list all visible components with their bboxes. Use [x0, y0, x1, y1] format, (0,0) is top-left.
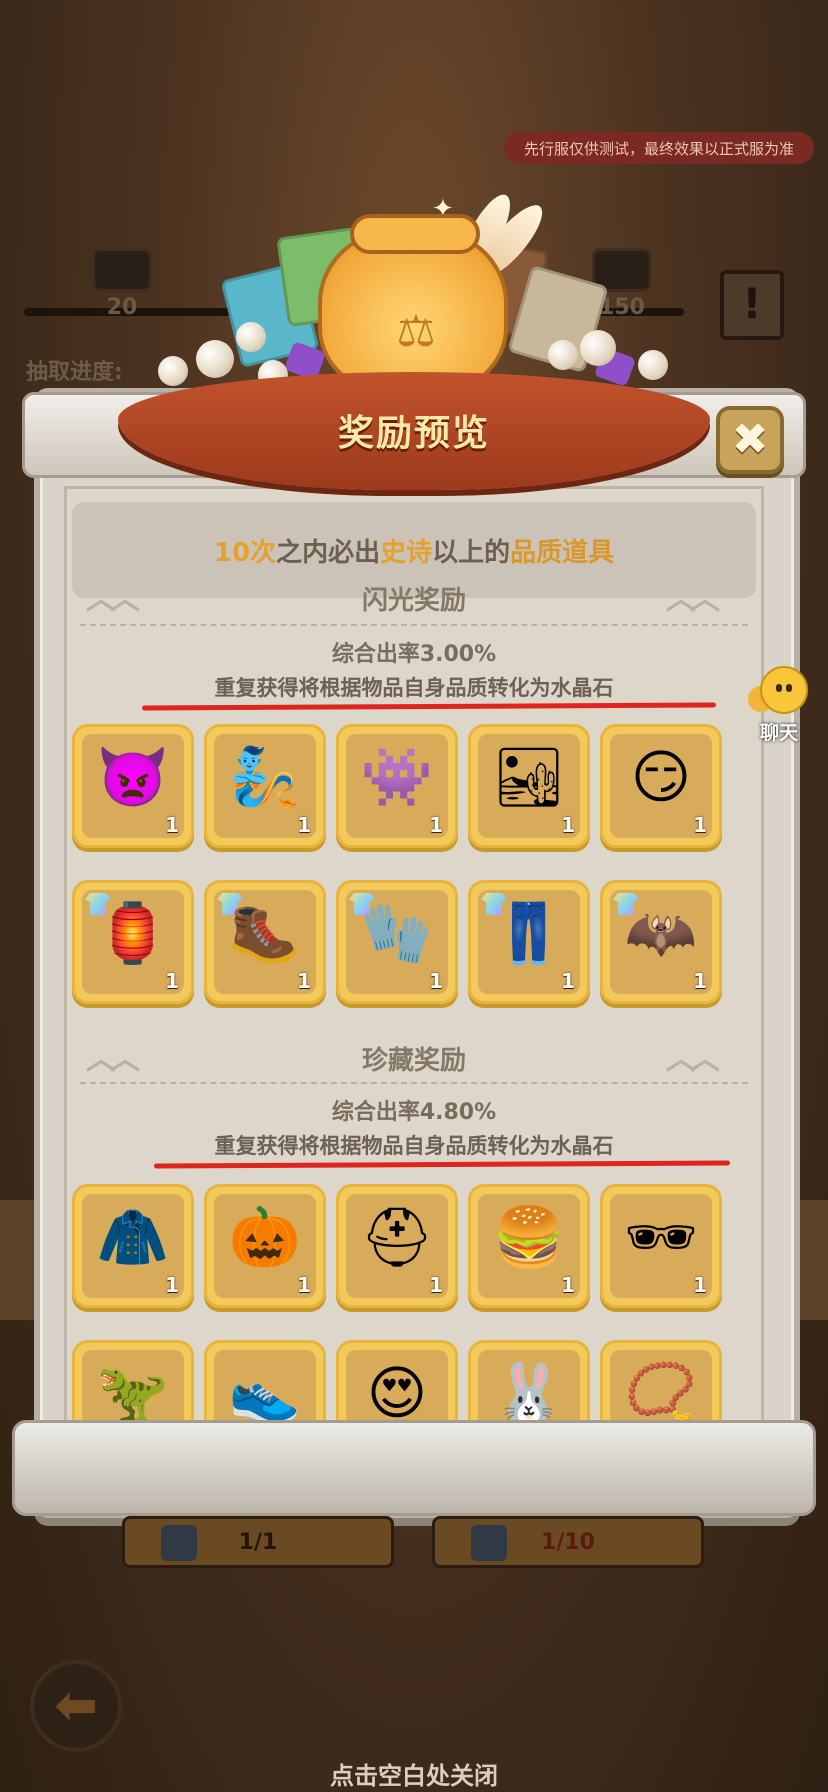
guarantee-rarity: 史诗 [380, 537, 433, 568]
face-expression-icon: 😏 [630, 743, 692, 811]
item-quantity: 1 [297, 969, 311, 993]
item-quantity: 1 [561, 969, 575, 993]
milestone-label: 20 [106, 295, 138, 320]
yellow-jacket-icon: 🧥 [96, 1203, 170, 1271]
left-counter: 1/1 [122, 1516, 394, 1568]
pumpkin-cat-staff-icon: 🎃 [228, 1203, 302, 1271]
modal-title: 奖励预览 [337, 413, 490, 454]
pearl-icon [158, 356, 188, 386]
left-counter-value: 1/1 [238, 1529, 278, 1555]
reward-item-orange-pants-outfit[interactable]: 👖 1 [468, 880, 590, 1004]
reward-item-pumpkin-cat-staff[interactable]: 🎃 1 [204, 1184, 326, 1308]
item-quantity: 1 [693, 1273, 707, 1297]
reward-item-burger-food[interactable]: 🍔 1 [468, 1184, 590, 1308]
blue-genie-pet-icon: 🧞 [228, 743, 302, 811]
reward-item-lantern-accessory[interactable]: 🏮 1 [72, 880, 194, 1004]
lantern-accessory-icon: 🏮 [96, 899, 170, 967]
item-quantity: 1 [297, 1273, 311, 1297]
orange-pants-outfit-icon: 👖 [492, 899, 566, 967]
beta-notice: 先行服仅供测试，最终效果以正式服为准 [504, 132, 814, 164]
tap-to-close-hint[interactable]: 点击空白处关闭 [0, 1756, 828, 1791]
reward-item-face-expression[interactable]: 😏 1 [600, 724, 722, 848]
ticket-icon [471, 1525, 507, 1561]
bunny-robot-pet-icon: 🐰 [492, 1359, 566, 1427]
reward-item-dark-wings-outfit[interactable]: 🦇 1 [600, 880, 722, 1004]
item-quantity: 1 [165, 1273, 179, 1297]
reward-item-blue-genie-pet[interactable]: 🧞 1 [204, 724, 326, 848]
section-title-shine: 闪光奖励 [361, 586, 466, 616]
close-icon: ✖ [731, 414, 769, 465]
section-rate-shine: 综合出率3.00% [331, 642, 497, 667]
guarantee-count: 10次 [213, 537, 277, 568]
bag-tie [350, 214, 480, 254]
milestone-label: 150 [599, 295, 645, 320]
smiley-icon [760, 666, 808, 714]
dino-pet-icon: 🦖 [96, 1359, 170, 1427]
burger-food-icon: 🍔 [492, 1203, 566, 1271]
section-rate-treasure: 综合出率4.80% [331, 1100, 497, 1125]
item-quantity: 1 [165, 813, 179, 837]
pearl-icon [580, 330, 616, 366]
milestone-chest-20: 20 [72, 240, 172, 320]
right-counter-value: 1/10 [541, 1529, 595, 1555]
back-arrow-icon: ⬅ [54, 1676, 98, 1736]
info-icon[interactable]: ! [720, 270, 784, 340]
dark-wings-outfit-icon: 🦇 [624, 899, 698, 967]
golden-necklace-icon: 📿 [624, 1359, 698, 1427]
section-title-treasure: 珍藏奖励 [361, 1046, 466, 1076]
item-quantity: 1 [429, 1273, 443, 1297]
section-divider [80, 624, 748, 626]
back-button[interactable]: ⬅ [30, 1660, 122, 1752]
duplicate-rule-note: 重复获得将根据物品自身品质转化为水晶石 [214, 676, 614, 700]
progress-label: 抽取进度: [26, 360, 123, 385]
panel-bottom-frame [12, 1420, 816, 1516]
pearl-icon [196, 340, 234, 378]
guarantee-quality: 品质道具 [510, 537, 615, 568]
chat-label[interactable]: 聊天 [760, 718, 798, 745]
black-spirit-pet-icon: 👿 [96, 743, 170, 811]
duplicate-rule-note: 重复获得将根据物品自身品质转化为水晶石 [214, 1134, 614, 1158]
item-quantity: 1 [429, 813, 443, 837]
desert-scene-backdrop-icon: 🏜 [492, 743, 566, 811]
red-sneakers-icon: 👟 [228, 1359, 302, 1427]
item-quantity: 1 [693, 969, 707, 993]
pearl-icon [548, 340, 578, 370]
item-quantity: 1 [297, 813, 311, 837]
item-quantity: 1 [429, 969, 443, 993]
guarantee-text: 之内必出 [276, 537, 381, 568]
reward-item-black-boots[interactable]: 🥾 1 [204, 880, 326, 1004]
horned-helmet-icon: ⛑ [360, 1203, 434, 1271]
reward-item-yellow-jacket[interactable]: 🧥 1 [72, 1184, 194, 1308]
pixel-sunglasses-icon: 🕶 [624, 1203, 698, 1271]
right-counter: 1/10 [432, 1516, 704, 1568]
reward-item-pixel-sunglasses[interactable]: 🕶 1 [600, 1184, 722, 1308]
close-button[interactable]: ✖ [716, 406, 784, 474]
black-boots-icon: 🥾 [228, 899, 302, 967]
reward-item-black-spirit-pet[interactable]: 👿 1 [72, 724, 194, 848]
chat-button[interactable] [748, 666, 812, 726]
bag-emblem-icon: ⚖ [396, 306, 436, 357]
item-quantity: 1 [561, 813, 575, 837]
guarantee-text: 以上的 [432, 537, 511, 568]
pearl-icon [638, 350, 668, 380]
reward-item-black-glove[interactable]: 🧤 1 [336, 880, 458, 1004]
reward-item-desert-scene-backdrop[interactable]: 🏜 1 [468, 724, 590, 848]
section-divider [80, 1082, 748, 1084]
purple-box-monster-icon: 👾 [360, 743, 434, 811]
item-quantity: 1 [165, 969, 179, 993]
black-glove-icon: 🧤 [360, 899, 434, 967]
item-quantity: 1 [693, 813, 707, 837]
heart-eyes-face-icon: 😍 [366, 1359, 428, 1427]
reward-item-horned-helmet[interactable]: ⛑ 1 [336, 1184, 458, 1308]
ticket-icon [161, 1525, 197, 1561]
chest-icon [92, 248, 152, 292]
reward-item-purple-box-monster[interactable]: 👾 1 [336, 724, 458, 848]
item-quantity: 1 [561, 1273, 575, 1297]
pearl-icon [236, 322, 266, 352]
